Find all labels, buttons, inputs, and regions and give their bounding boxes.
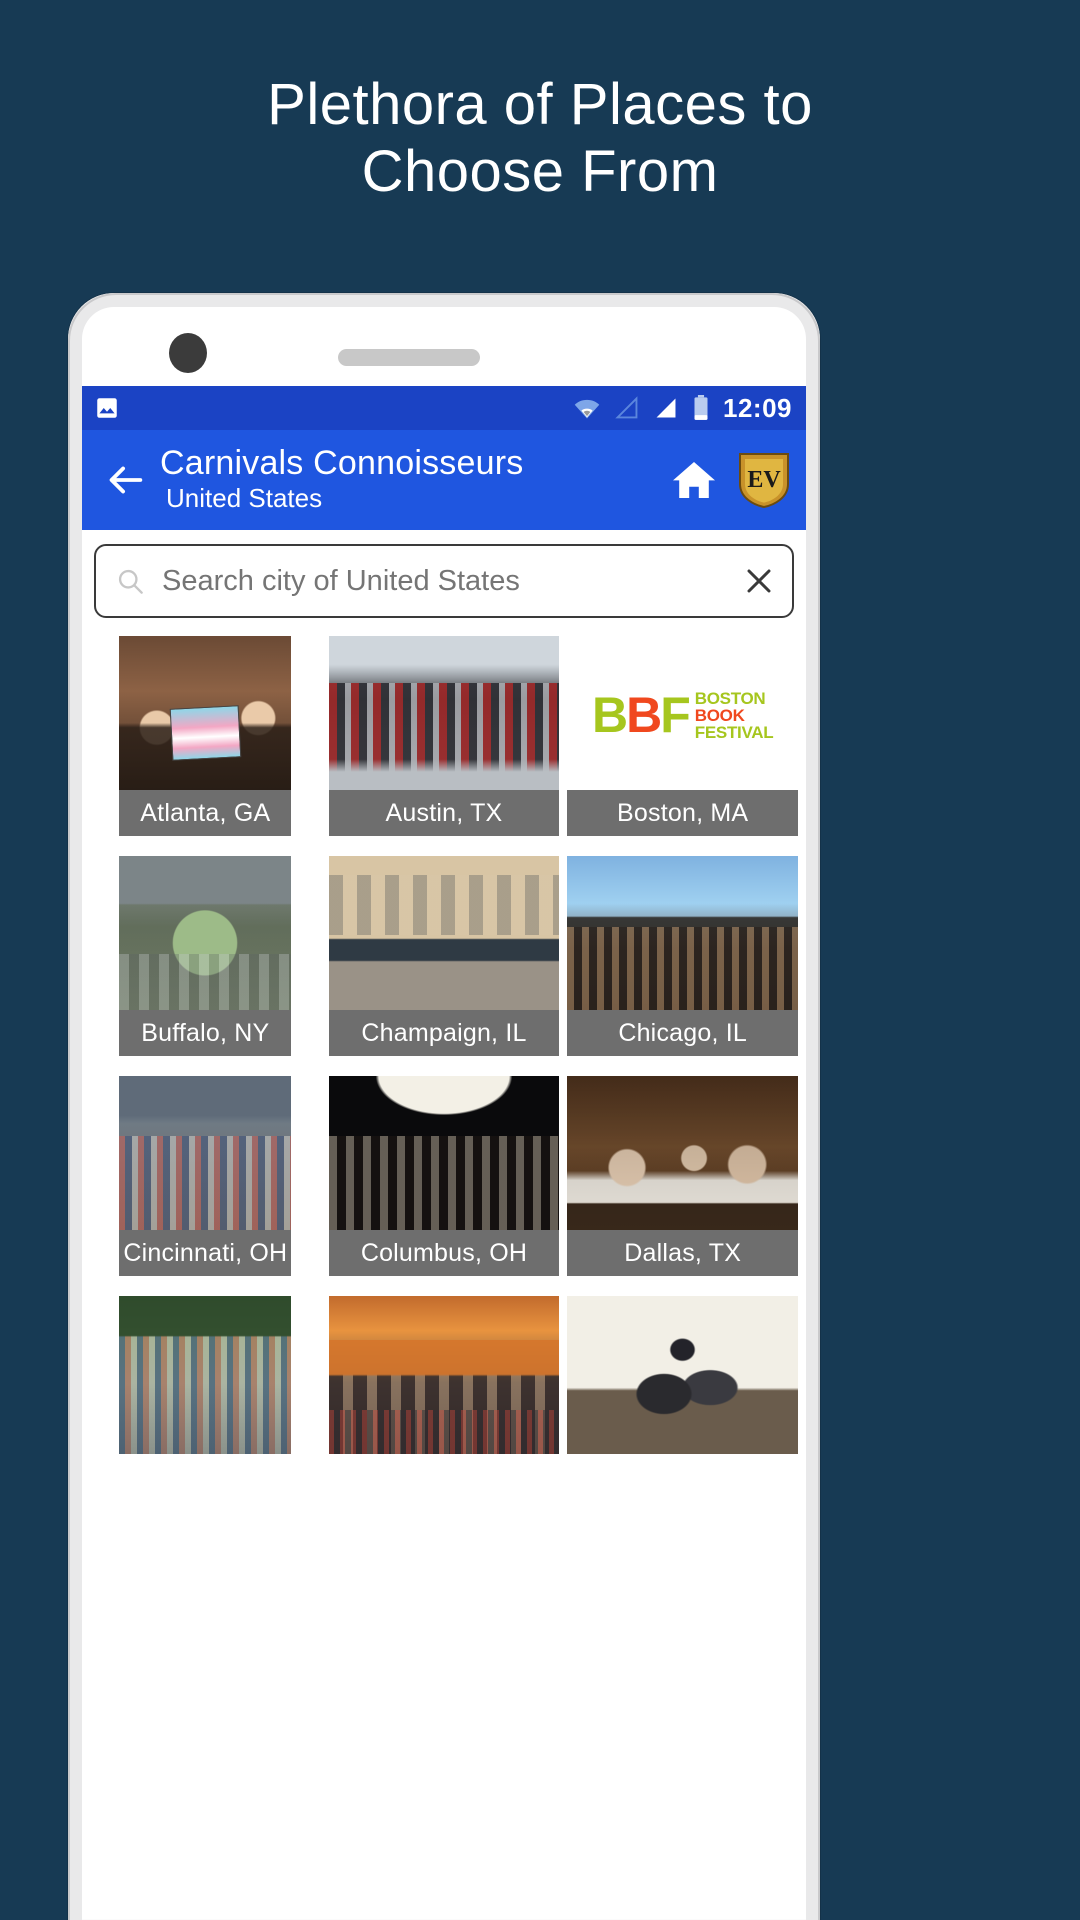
city-thumbnail	[119, 856, 292, 1014]
city-card[interactable]: Austin, TX	[328, 636, 560, 836]
city-card[interactable]: Dallas, TX	[567, 1076, 798, 1276]
city-label: Dallas, TX	[567, 1230, 798, 1276]
wifi-icon	[574, 399, 600, 419]
city-label: Boston, MA	[567, 790, 798, 836]
app-bar: Carnivals Connoisseurs United States EV	[82, 430, 806, 530]
city-image	[328, 856, 560, 1014]
city-thumbnail	[328, 1076, 560, 1234]
city-image	[119, 856, 292, 1014]
city-image	[328, 1076, 560, 1234]
bbf-wordmark: BOSTON BOOK FESTIVAL	[695, 690, 774, 741]
search-icon	[118, 569, 143, 594]
city-label: Champaign, IL	[328, 1010, 560, 1056]
protest-sign	[169, 705, 242, 761]
bbf-word-2: BOOK	[694, 705, 745, 725]
city-label: Chicago, IL	[567, 1010, 798, 1056]
status-bar: 12:09	[82, 386, 806, 430]
app-bar-actions: EV	[670, 451, 790, 509]
city-image	[567, 856, 798, 1014]
headline-line-1: Plethora of Places to	[267, 72, 813, 137]
bbf-logo: BBF BOSTON BOOK FESTIVAL	[567, 636, 798, 794]
close-icon[interactable]	[744, 566, 774, 596]
search-input[interactable]	[144, 564, 744, 598]
image-icon	[97, 398, 117, 418]
bbf-letter-1: B	[592, 687, 628, 743]
city-label: Cincinnati, OH	[119, 1230, 292, 1276]
home-icon[interactable]	[670, 458, 718, 502]
city-image: BBF BOSTON BOOK FESTIVAL	[567, 636, 798, 794]
promo-screenshot: Plethora of Places to Choose From 12:09 …	[0, 0, 1080, 1920]
city-label: Atlanta, GA	[119, 790, 292, 836]
front-camera-icon	[169, 333, 207, 373]
city-card[interactable]: Chicago, IL	[567, 856, 798, 1056]
ev-shield-logo[interactable]: EV	[738, 451, 790, 509]
city-thumbnail	[328, 1296, 560, 1454]
app-bar-titles: Carnivals Connoisseurs United States	[148, 443, 670, 514]
city-image	[567, 1296, 798, 1454]
city-label: Buffalo, NY	[119, 1010, 292, 1056]
city-card[interactable]: Champaign, IL	[328, 856, 560, 1056]
battery-icon	[694, 395, 708, 420]
page-title: Plethora of Places to Choose From	[0, 72, 1080, 205]
city-thumbnail: BBF BOSTON BOOK FESTIVAL	[567, 636, 798, 794]
city-image	[328, 636, 560, 794]
city-label: Columbus, OH	[328, 1230, 560, 1276]
back-arrow-icon[interactable]	[102, 457, 148, 503]
city-image	[328, 1296, 560, 1454]
city-card[interactable]	[567, 1296, 798, 1496]
app-bar-subtitle: United States	[166, 482, 323, 513]
signal-full-icon	[656, 398, 676, 418]
city-card[interactable]	[90, 1296, 321, 1496]
headline-line-2: Choose From	[361, 138, 719, 204]
bbf-word-3: FESTIVAL	[694, 722, 774, 742]
phone-top-bezel	[82, 307, 806, 386]
bbf-letter-2: B	[626, 687, 662, 743]
city-thumbnail	[567, 856, 798, 1014]
city-card[interactable]	[328, 1296, 560, 1496]
city-card[interactable]: BBF BOSTON BOOK FESTIVAL Boston, MA	[567, 636, 798, 836]
svg-text:EV: EV	[747, 467, 781, 493]
search-bar[interactable]	[94, 544, 794, 618]
phone-screen: 12:09 Carnivals Connoisseurs United Stat…	[82, 386, 806, 1919]
city-image	[119, 636, 292, 794]
city-image	[567, 1076, 798, 1234]
signal-empty-icon	[615, 396, 638, 419]
city-card[interactable]: Cincinnati, OH	[90, 1076, 321, 1276]
city-card[interactable]: Columbus, OH	[328, 1076, 560, 1276]
city-thumbnail	[567, 1296, 798, 1454]
city-label: Austin, TX	[328, 790, 560, 836]
city-grid: Atlanta, GA Austin, TX BBF BOSTON BOOK FESTIV…	[82, 626, 806, 1496]
status-bar-notifications	[94, 395, 120, 421]
phone-mockup: 12:09 Carnivals Connoisseurs United Stat…	[68, 293, 820, 1920]
status-bar-clock: 12:09	[723, 392, 792, 423]
city-image	[119, 1076, 292, 1234]
city-thumbnail	[328, 636, 560, 794]
app-bar-title: Carnivals Connoisseurs	[160, 443, 524, 482]
status-bar-indicators: 12:09	[573, 393, 792, 424]
city-thumbnail	[119, 1076, 292, 1234]
bbf-word-1: BOSTON	[694, 688, 766, 708]
bbf-letters: BBF	[592, 686, 691, 744]
city-thumbnail	[328, 856, 560, 1014]
earpiece-speaker	[338, 349, 480, 366]
bbf-letter-3: F	[660, 687, 691, 743]
city-card[interactable]: Atlanta, GA	[90, 636, 321, 836]
city-image	[119, 1296, 292, 1454]
city-thumbnail	[119, 636, 292, 794]
search-container	[82, 530, 806, 626]
city-thumbnail	[567, 1076, 798, 1234]
city-thumbnail	[119, 1296, 292, 1454]
city-card[interactable]: Buffalo, NY	[90, 856, 321, 1056]
